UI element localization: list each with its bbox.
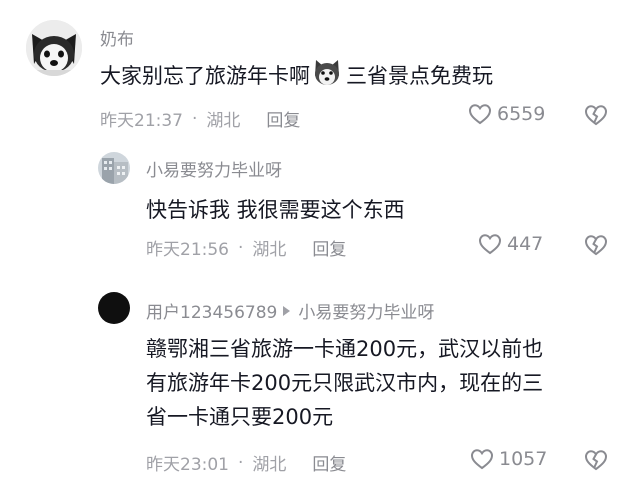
avatar[interactable]	[98, 152, 130, 184]
like-count: 6559	[497, 103, 546, 125]
broken-heart-icon	[584, 235, 608, 256]
comment-text-line: 赣鄂湘三省旅游一卡通200元，武汉以前也	[146, 337, 544, 361]
comment-meta: 昨天21:56 · 湖北 回复	[146, 235, 346, 261]
avatar[interactable]	[26, 20, 82, 76]
comment-location: 湖北	[206, 111, 241, 131]
dislike-button[interactable]	[584, 449, 608, 475]
meta-separator: ·	[192, 108, 198, 129]
comment-author[interactable]: 小易要努力毕业呀	[146, 156, 282, 181]
reply-item: 用户123456789 小易要努力毕业呀 赣鄂湘三省旅游一卡通200元，武汉以前…	[0, 280, 640, 504]
like-button[interactable]: 1057	[470, 448, 547, 470]
husky-emoji-icon	[312, 58, 342, 96]
comment-time: 昨天23:01	[146, 455, 229, 475]
reply-to-author[interactable]: 小易要努力毕业呀	[298, 298, 434, 323]
comment-time: 昨天21:37	[100, 111, 183, 131]
reply-button[interactable]: 回复	[266, 106, 300, 131]
comment-meta: 昨天23:01 · 湖北 回复	[146, 450, 346, 476]
comment-author[interactable]: 用户123456789	[146, 298, 277, 323]
dislike-button[interactable]	[584, 234, 608, 260]
comment-time: 昨天21:56	[146, 240, 229, 260]
comment-text: 赣鄂湘三省旅游一卡通200元，武汉以前也 有旅游年卡200元只限武汉市内，现在的…	[146, 332, 543, 434]
play-triangle-icon	[283, 305, 291, 316]
comment-location: 湖北	[252, 240, 287, 260]
broken-heart-icon	[584, 450, 608, 471]
like-count: 447	[507, 233, 544, 255]
avatar[interactable]	[98, 292, 130, 324]
comment-item: 奶布 大家别忘了旅游年卡啊 三省景点免费玩 昨天21:37 · 湖北 回复 655…	[0, 0, 640, 140]
heart-outline-icon	[470, 449, 494, 470]
comment-location: 湖北	[252, 455, 287, 475]
reply-button[interactable]: 回复	[312, 450, 346, 475]
meta-separator: ·	[238, 237, 244, 258]
comment-author[interactable]: 奶布	[100, 25, 134, 50]
heart-outline-icon	[478, 234, 502, 255]
dislike-button[interactable]	[584, 104, 608, 130]
comment-text: 大家别忘了旅游年卡啊 三省景点免费玩	[100, 58, 493, 96]
comment-text-line: 省一卡通只要200元	[146, 405, 334, 429]
meta-separator: ·	[238, 452, 244, 473]
like-button[interactable]: 447	[478, 233, 543, 255]
comment-text-part: 三省景点免费玩	[346, 64, 493, 88]
husky-avatar-icon	[26, 20, 82, 76]
comment-author-line: 用户123456789 小易要努力毕业呀	[146, 298, 434, 323]
comment-text-part: 大家别忘了旅游年卡啊	[100, 64, 310, 88]
like-button[interactable]: 6559	[468, 103, 545, 125]
like-count: 1057	[499, 448, 548, 470]
reply-item: 小易要努力毕业呀 快告诉我 我很需要这个东西 昨天21:56 · 湖北 回复 4…	[0, 140, 640, 265]
reply-button[interactable]: 回复	[312, 235, 346, 260]
broken-heart-icon	[584, 105, 608, 126]
comment-text: 快告诉我 我很需要这个东西	[146, 198, 405, 222]
heart-outline-icon	[468, 104, 492, 125]
building-photo-avatar-icon	[98, 152, 130, 184]
comment-text-line: 有旅游年卡200元只限武汉市内，现在的三	[146, 371, 544, 395]
comment-meta: 昨天21:37 · 湖北 回复	[100, 106, 300, 132]
